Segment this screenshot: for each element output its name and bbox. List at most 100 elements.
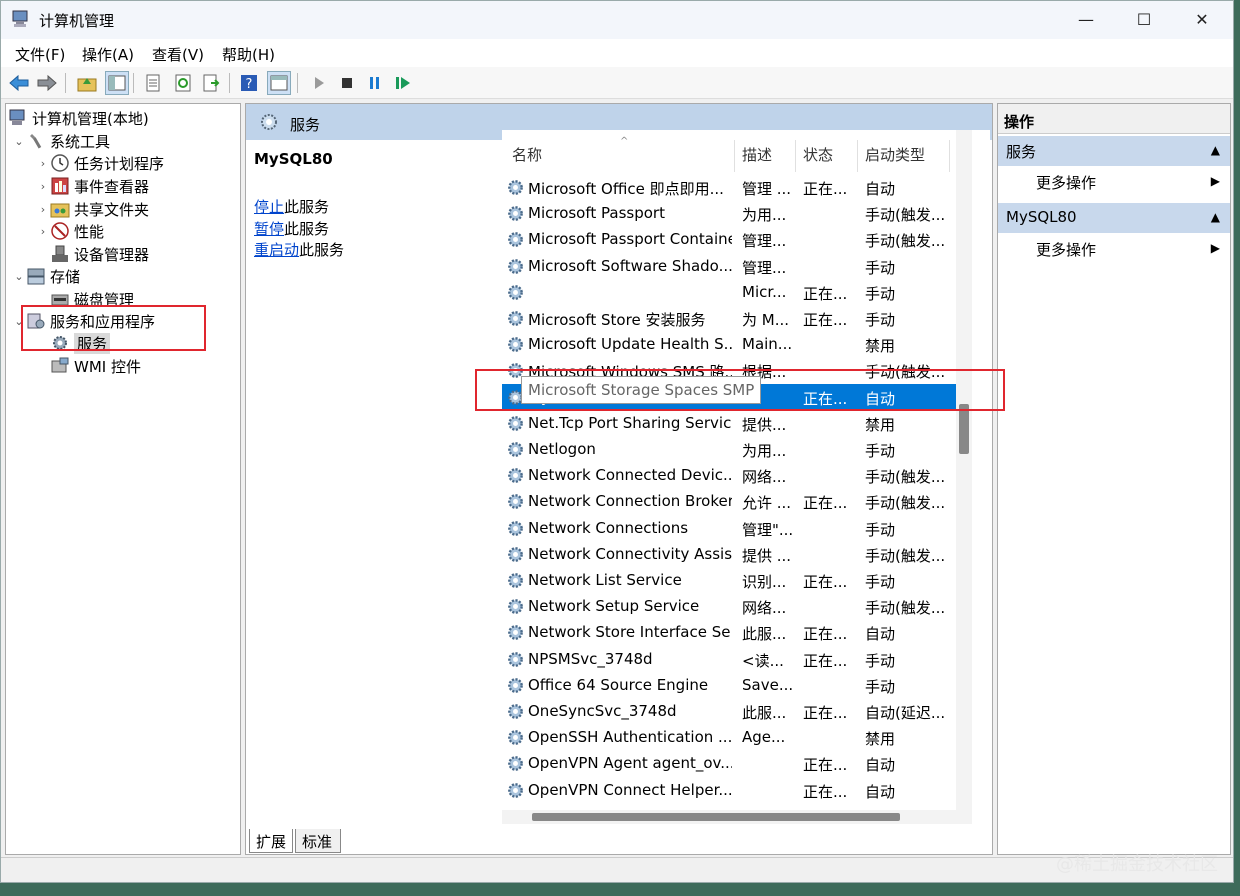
service-name-cell: Microsoft Office 即点即用...	[528, 180, 724, 198]
actions-section-services[interactable]: 服务 ▲	[998, 136, 1230, 166]
more-actions-services[interactable]: 更多操作	[1036, 172, 1096, 193]
tree-item-wmi-control[interactable]: WMI 控件	[50, 355, 141, 377]
chevron-right-icon[interactable]: ›	[36, 157, 50, 170]
storage-icon	[27, 268, 45, 285]
horizontal-scroll-thumb[interactable]	[532, 813, 900, 821]
link-suffix: 此服务	[299, 241, 345, 259]
console-tree: 计算机管理(本地) ⌄ 系统工具 › 任务计划程序 › 事件查看器 › 共享文件…	[5, 103, 241, 855]
column-header-description[interactable]: 描述	[742, 144, 772, 165]
close-button[interactable]: ✕	[1174, 5, 1230, 35]
vertical-scrollbar[interactable]	[956, 130, 972, 810]
service-row[interactable]: OpenVPN Connect Helper...正在...自动本	[502, 777, 971, 803]
tree-item-device-manager[interactable]: 设备管理器	[50, 243, 149, 265]
tree-item-root[interactable]: 计算机管理(本地)	[8, 107, 149, 129]
service-row[interactable]: Netlogon为用...手动本	[502, 436, 971, 462]
vertical-scroll-thumb[interactable]	[959, 404, 969, 454]
menu-file[interactable]: 文件(F)	[15, 44, 65, 65]
service-row[interactable]: OpenSSH Authentication ...Age...禁用本	[502, 724, 971, 750]
start-service-icon[interactable]	[307, 71, 331, 95]
stop-service-link[interactable]: 停止	[254, 198, 284, 216]
maximize-button[interactable]: ☐	[1116, 5, 1172, 35]
service-startup-cell: 禁用	[865, 415, 896, 434]
menu-help[interactable]: 帮助(H)	[222, 44, 275, 65]
service-description-cell: 为用...	[742, 206, 787, 225]
service-name-cell: Network Connections	[528, 518, 689, 537]
menu-action[interactable]: 操作(A)	[82, 44, 134, 65]
service-name-cell: OpenVPN Connect Helper...	[528, 780, 732, 799]
chevron-down-icon[interactable]: ⌄	[12, 270, 26, 283]
service-row[interactable]: Microsoft Software Shado...管理...手动本	[502, 253, 971, 279]
restart-service-icon[interactable]	[391, 71, 415, 95]
more-actions-mysql80[interactable]: 更多操作	[1036, 239, 1096, 260]
gear-icon	[508, 546, 523, 562]
service-row[interactable]: Microsoft Passport为用...手动(触发...本	[502, 200, 971, 226]
service-name-cell: Microsoft Passport	[528, 204, 665, 223]
chevron-right-icon[interactable]: ›	[36, 180, 50, 193]
service-row[interactable]: Office 64 Source EngineSave...手动本	[502, 672, 971, 698]
service-row[interactable]: Network Connectivity Assis... 提供 ... 手动(触发…	[502, 541, 971, 567]
service-row[interactable]: OpenVPN Agent agent_ov...正在...自动本	[502, 750, 971, 776]
service-row[interactable]: Micr...正在...手动网	[502, 279, 971, 305]
refresh-icon[interactable]	[171, 71, 195, 95]
service-row[interactable]: Net.Tcp Port Sharing Service提供...禁用本	[502, 410, 971, 436]
chevron-right-icon[interactable]: ›	[36, 225, 50, 238]
tree-item-system-tools[interactable]: ⌄ 系统工具	[12, 130, 110, 152]
forward-icon[interactable]	[35, 71, 59, 95]
service-name-cell: Network Connected Devic...	[528, 466, 732, 485]
toolbar: ?	[1, 67, 1233, 99]
tree-item-event-viewer[interactable]: › 事件查看器	[36, 175, 149, 197]
service-row[interactable]: Network Connected Devic...网络...手动(触发...本	[502, 462, 971, 488]
service-row[interactable]: Network Connections管理"...手动本	[502, 515, 971, 541]
tree-item-shared-folders[interactable]: › 共享文件夹	[36, 198, 149, 220]
export-list-icon[interactable]	[199, 71, 223, 95]
minimize-button[interactable]: —	[1058, 5, 1114, 35]
column-header-name[interactable]: 名称	[512, 144, 542, 165]
service-row[interactable]: Microsoft Passport Container 管理... 手动(触发..…	[502, 226, 971, 252]
service-name-cell: Microsoft Update Health S...	[528, 335, 732, 354]
collapse-icon[interactable]: ▲	[1211, 143, 1220, 157]
service-status-cell: 正在...	[803, 756, 848, 775]
service-startup-cell: 手动	[865, 520, 896, 539]
pause-service-icon[interactable]	[363, 71, 387, 95]
column-header-status[interactable]: 状态	[803, 144, 833, 165]
properties-icon[interactable]	[141, 71, 165, 95]
service-description-cell: 为用...	[742, 442, 787, 460]
services-list: ^ 名称 描述 状态 启动类型 登 Microsoft Office 即点即用.…	[502, 130, 990, 834]
service-startup-cell: 自动	[865, 625, 896, 644]
service-name-cell: Network List Service	[528, 571, 682, 589]
column-header-startup-type[interactable]: 启动类型	[865, 144, 925, 165]
menu-view[interactable]: 查看(V)	[152, 44, 204, 65]
pause-service-link[interactable]: 暂停	[254, 220, 284, 238]
collapse-icon[interactable]: ▲	[1211, 210, 1220, 224]
service-row[interactable]: Network List Service识别...正在...手动网	[502, 567, 971, 593]
service-row[interactable]: NPSMSvc_3748d<读...正在...手动本	[502, 646, 971, 672]
service-row[interactable]: Microsoft Update Health S...Main...禁用本	[502, 331, 971, 357]
service-row[interactable]: Network Connection Broker 允许 ... 正在... 手动(触…	[502, 488, 971, 514]
tab-extended[interactable]: 扩展	[249, 829, 293, 853]
restart-service-link[interactable]: 重启动	[254, 241, 299, 259]
tree-item-storage[interactable]: ⌄ 存储	[12, 265, 80, 287]
service-row[interactable]: Microsoft Store 安装服务为 M...正在...手动本	[502, 305, 971, 331]
help-icon[interactable]: ?	[237, 71, 261, 95]
gear-icon	[508, 415, 523, 431]
console-view-icon[interactable]	[267, 71, 291, 95]
service-row[interactable]: Microsoft Office 即点即用...管理 ...正在...自动本	[502, 174, 971, 200]
service-name-cell: Network Connectivity Assis...	[528, 544, 732, 563]
service-status-cell: 正在...	[803, 573, 848, 591]
show-hide-tree-icon[interactable]	[105, 71, 129, 95]
horizontal-scrollbar[interactable]	[502, 810, 972, 824]
chevron-right-icon[interactable]: ›	[36, 203, 50, 216]
actions-section-mysql80[interactable]: MySQL80 ▲	[998, 203, 1230, 233]
gear-icon	[508, 573, 523, 588]
back-icon[interactable]	[7, 71, 31, 95]
service-description-cell: 提供 ...	[742, 546, 792, 565]
tree-item-task-scheduler[interactable]: › 任务计划程序	[36, 152, 164, 174]
chevron-down-icon[interactable]: ⌄	[12, 135, 26, 148]
tab-standard[interactable]: 标准	[295, 829, 341, 853]
service-row[interactable]: Network Setup Service网络...手动(触发...本	[502, 593, 971, 619]
service-row[interactable]: Network Store Interface Se... 此服... 正在... 自…	[502, 619, 971, 645]
stop-service-icon[interactable]	[335, 71, 359, 95]
tree-item-performance[interactable]: › 性能	[36, 220, 104, 242]
up-folder-icon[interactable]	[75, 71, 99, 95]
service-row[interactable]: OneSyncSvc_3748d此服...正在...自动(延迟...本	[502, 698, 971, 724]
